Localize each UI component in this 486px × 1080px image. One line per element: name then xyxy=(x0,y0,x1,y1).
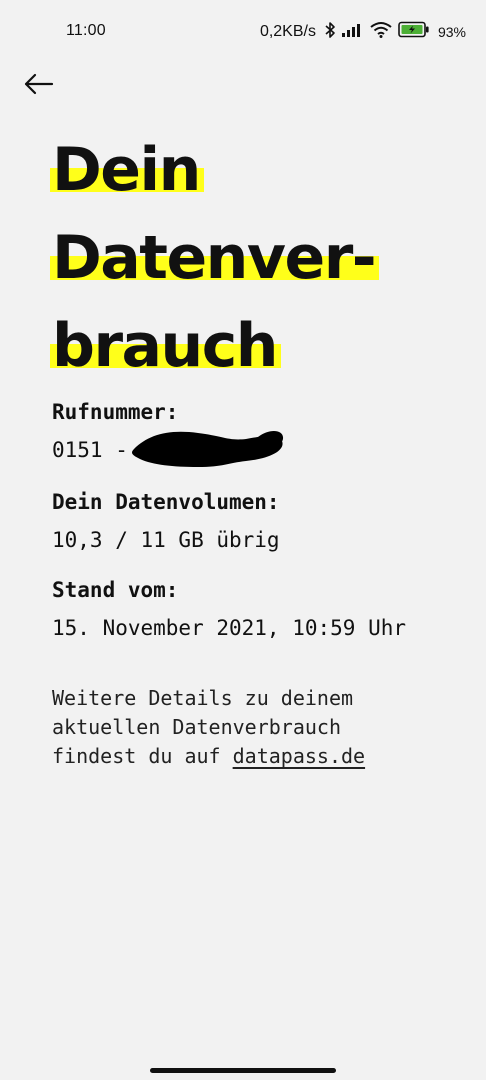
volume-label: Dein Datenvolumen: xyxy=(52,490,280,514)
arrow-left-icon xyxy=(24,73,54,95)
page-title: Dein Datenver- brauch xyxy=(50,126,470,390)
details-line-3: findest du auf datapass.de xyxy=(52,742,472,771)
datapass-link[interactable]: datapass.de xyxy=(233,744,365,768)
details-line-1: Weitere Details zu deinem xyxy=(52,686,354,710)
title-line-3: brauch xyxy=(50,302,470,390)
signal-icon xyxy=(341,22,364,43)
title-line-2: Datenver- xyxy=(50,214,470,302)
details-line-2: aktuellen Datenverbrauch xyxy=(52,715,341,739)
date-label: Stand vom: xyxy=(52,578,179,602)
status-time: 11:00 xyxy=(66,22,106,39)
home-indicator[interactable] xyxy=(150,1068,336,1073)
status-icons: 0,2KB/s 93% xyxy=(260,20,466,44)
phone-label: Rufnummer: xyxy=(52,400,179,424)
back-button[interactable] xyxy=(16,62,60,106)
date-value: 15. November 2021, 10:59 Uhr xyxy=(52,616,407,640)
title-text-3: brauch xyxy=(50,302,282,390)
battery-percent: 93% xyxy=(437,24,466,40)
wifi-icon xyxy=(370,21,392,43)
volume-value: 10,3 / 11 GB übrig xyxy=(52,528,280,552)
network-speed: 0,2KB/s xyxy=(259,23,316,40)
title-line-1: Dein xyxy=(50,126,470,214)
redaction-scribble xyxy=(132,431,284,467)
status-bar: 11:00 0,2KB/s 93% xyxy=(0,0,486,64)
title-text-2: Datenver- xyxy=(50,214,380,302)
bluetooth-icon xyxy=(324,21,336,44)
battery-charging-icon xyxy=(398,21,430,43)
details-line-3-prefix: findest du auf xyxy=(52,744,233,768)
title-text-1: Dein xyxy=(50,126,204,214)
details-text: Weitere Details zu deinem aktuellen Date… xyxy=(52,684,472,771)
